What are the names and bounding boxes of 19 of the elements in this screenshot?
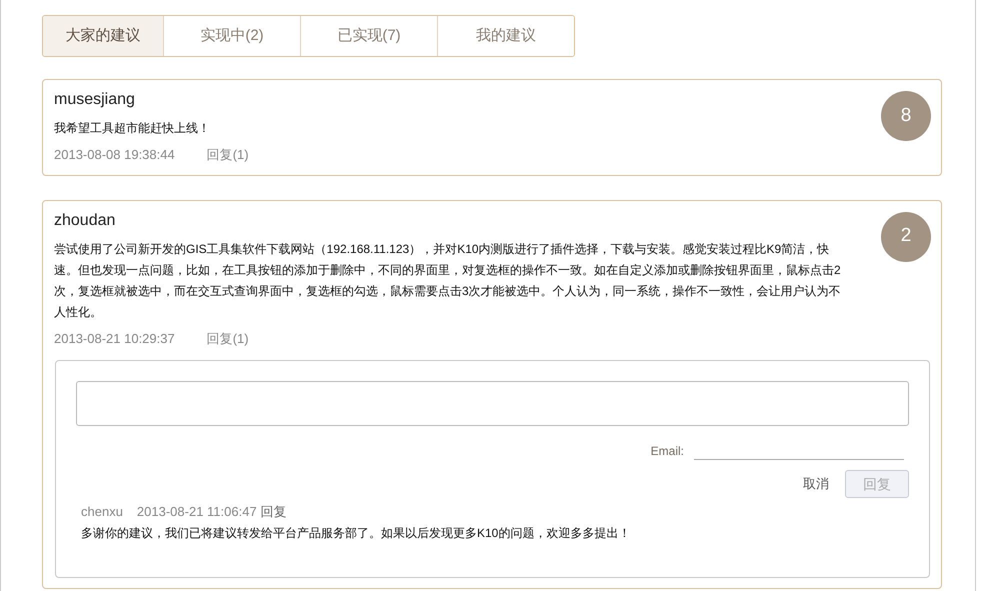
reply-link[interactable]: 回复(1) (206, 328, 249, 348)
vote-count: 8 (881, 91, 931, 141)
vote-count: 2 (881, 212, 931, 262)
post-time: 2013-08-21 10:29:37 (54, 330, 175, 348)
author-name: zhoudan (54, 210, 116, 230)
reply-input[interactable] (76, 381, 909, 426)
tab[interactable]: 我的建议 (437, 16, 574, 56)
tab[interactable]: 大家的建议 (43, 16, 163, 56)
reply-author: chenxu (81, 503, 123, 521)
post-text: 我希望工具超市能赶快上线！ (54, 120, 211, 137)
reply-link[interactable]: 回复 (260, 502, 287, 522)
cancel-link[interactable]: 取消 (803, 474, 829, 494)
email-label: Email: (650, 443, 684, 460)
reply-time: 2013-08-21 11:06:47 (136, 503, 257, 521)
reply-link[interactable]: 回复(1) (206, 145, 249, 164)
author-name: musesjiang (54, 90, 136, 110)
reply-text: 多谢你的建议，我们已将建议转发给平台产品服务部了。如果以后发现更多K10的问题，欢迎多多提出！ (81, 524, 632, 542)
post-time: 2013-08-08 19:38:44 (54, 146, 175, 164)
post-text: 尝试使用了公司新开发的GIS工具集软件下载网站（192.168.11.123），并对K10内测版进行了插件选择，下载与安装。感觉安装过程比K9简洁，快速。但也发现一点问题，比如，在工具按钮的添加于删除中，不同的界面里，对复选框的操作不一致。如在自定义添加或删除按钮界面里，鼠标点击2次，复选框就被选中，而在交互式查询界面中，复选框的勾选，鼠标需要点击3次才能被选中。个人认为，同一系统，操作不一致性，会让用户认为不人性化。 (54, 240, 842, 320)
